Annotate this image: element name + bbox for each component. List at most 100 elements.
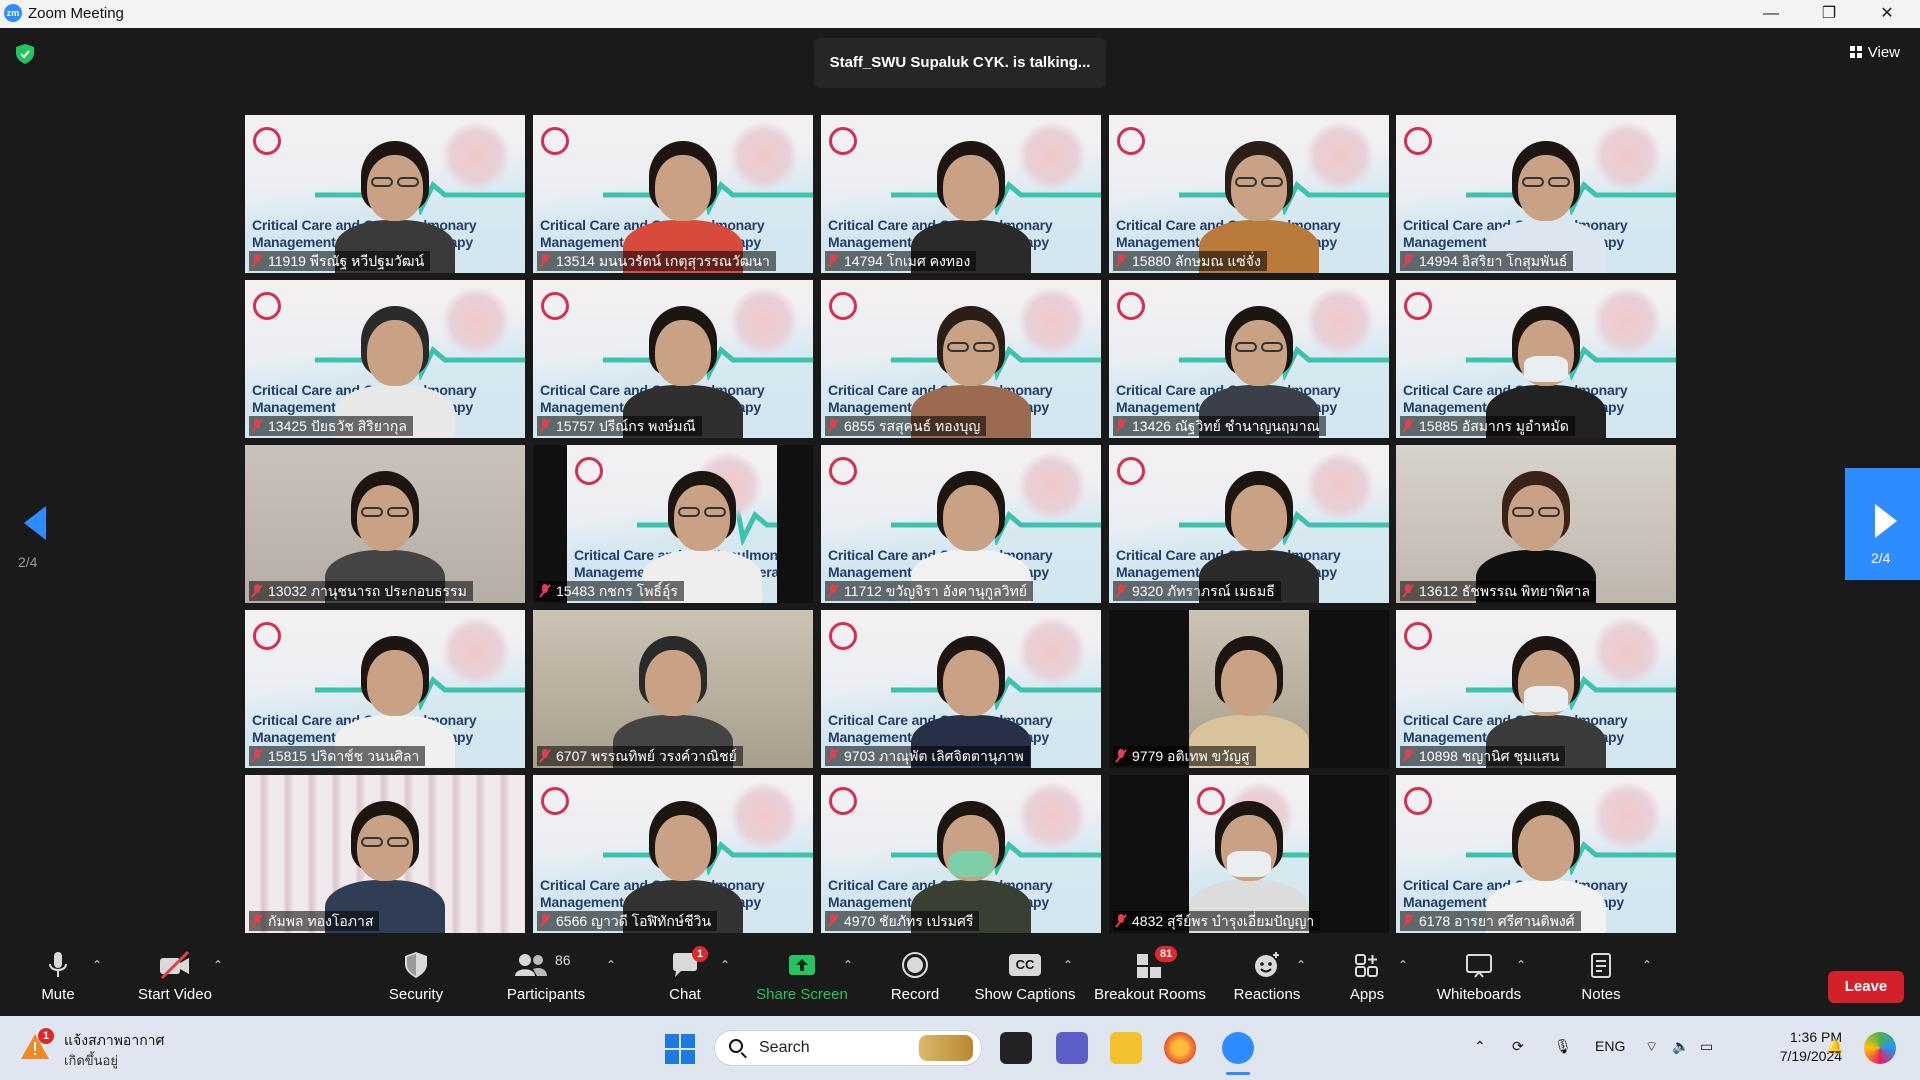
participant-name: 13514 มนนวรัตน์ เกตุสุวรรณวัฒนา [556,253,770,269]
notification-bell-icon[interactable]: 🔔 [1826,1038,1843,1055]
battery-icon[interactable]: ▭ [1700,1038,1713,1055]
participant-video-tile[interactable]: Critical Care and CardiopulmonaryManagem… [1109,445,1389,603]
zoom-taskbar-icon[interactable] [1222,1032,1254,1064]
portrait-video-frame [1189,610,1309,768]
muted-mic-icon [827,914,839,928]
participants-icon: 86 [511,950,581,980]
participant-video-figure [325,775,445,933]
participant-name: 13426 ณัฐวิทย์ ชำนาญนฤมาณ [1132,418,1320,434]
share-screen-icon [787,950,817,980]
chat-options-chevron-icon[interactable]: ⌃ [720,958,730,972]
encryption-shield-icon[interactable] [16,44,34,64]
participant-video-tile[interactable]: Critical Care and CardiopulmonaryManagem… [533,115,813,273]
participant-video-tile[interactable]: 9779 อติเทพ ขวัญสู [1109,610,1389,768]
participant-video-tile[interactable]: Critical Care and CardiopulmonaryManagem… [821,775,1101,933]
participant-video-tile[interactable]: Critical Care and CardiopulmonaryManagem… [245,280,525,438]
page-indicator-right: 2/4 [1871,550,1891,566]
wifi-icon[interactable]: ⌔ [1645,1038,1658,1056]
participant-video-tile[interactable]: 6707 พรรณทิพย์ วรงค์วาณิชย์ [533,610,813,768]
audio-options-chevron-icon[interactable]: ⌃ [92,958,102,972]
participants-button[interactable]: 86 Participants [498,950,594,1003]
participant-video-tile[interactable]: Critical Care and CardiopulmonaryManagem… [245,610,525,768]
leave-button[interactable]: Leave [1828,971,1904,1003]
apps-options-chevron-icon[interactable]: ⌃ [1398,958,1408,972]
muted-mic-icon [251,749,263,763]
notes-options-chevron-icon[interactable]: ⌃ [1642,958,1652,972]
participant-name-label: 15757 ปรีณ์กร พงษ์มณี [537,416,702,436]
previous-page-button[interactable]: 2/4 [18,506,54,570]
muted-mic-icon [1115,749,1127,763]
reactions-button[interactable]: Reactions [1232,950,1302,1003]
language-indicator[interactable]: ENG [1595,1038,1625,1054]
microphone-tray-icon[interactable]: 🎙 [1554,1038,1572,1055]
chat-label: Chat [669,986,701,1003]
participant-video-tile[interactable]: Critical Care and CardiopulmonaryManagem… [1109,115,1389,273]
participants-count: 86 [555,952,571,968]
participant-name-label: 13514 มนนวรัตน์ เกตุสุวรรณวัฒนา [537,251,776,271]
reactions-options-chevron-icon[interactable]: ⌃ [1296,958,1306,972]
muted-mic-icon [1115,584,1127,598]
restore-button[interactable]: ❐ [1806,0,1852,28]
view-button[interactable]: View [1849,44,1900,61]
copilot-icon[interactable] [1864,1032,1896,1064]
teams-icon[interactable] [1056,1032,1088,1064]
start-video-button[interactable]: Start Video [130,950,220,1003]
participant-name: 10898 ชญานิศ ชุมแสน [1419,748,1560,764]
participant-video-tile[interactable]: Critical Care and CardiopulmonaryManagem… [533,280,813,438]
apps-button[interactable]: Apps [1348,950,1386,1003]
security-button[interactable]: Security [386,950,446,1003]
record-button[interactable]: Record [888,950,942,1003]
firefox-icon[interactable] [1164,1032,1196,1064]
notes-label: Notes [1581,986,1621,1003]
whiteboards-button[interactable]: Whiteboards [1434,950,1524,1003]
participant-video-tile[interactable]: กัมพล ทองโอภาส [245,775,525,933]
chat-button[interactable]: 1 Chat [660,946,710,1003]
participant-video-tile[interactable]: Critical Care and CardiopulmonaryManagem… [1396,115,1676,273]
whiteboard-icon [1464,950,1494,980]
participant-video-tile[interactable]: Critical Care and CardiopulmonaryManagem… [821,445,1101,603]
next-page-button[interactable]: 2/4 [1845,468,1920,580]
search-icon [729,1039,743,1053]
participant-video-tile[interactable]: Critical Care and CardiopulmonaryManagem… [1396,610,1676,768]
talking-banner: Staff_SWU Supaluk CYK. is talking... [814,38,1106,88]
taskbar-search-box[interactable]: Search [714,1030,982,1066]
participant-video-figure [623,775,743,933]
participant-video-tile[interactable]: Critical Care and CardiopulmonaryManagem… [1396,775,1676,933]
volume-icon[interactable]: 🔈 [1672,1038,1689,1055]
window-title: Zoom Meeting [28,5,124,22]
task-view-icon[interactable] [1000,1032,1032,1064]
breakout-rooms-button[interactable]: 81 Breakout Rooms [1092,946,1208,1003]
show-hidden-icons-chevron-icon[interactable]: ⌃ [1474,1038,1486,1055]
share-screen-button[interactable]: Share Screen [754,950,850,1003]
minimize-button[interactable]: — [1748,0,1794,28]
muted-mic-icon [539,749,551,763]
participant-video-tile[interactable]: Critical Care and CardiopulmonaryManagem… [1109,280,1389,438]
sync-icon[interactable]: ⟳ [1512,1038,1524,1055]
muted-mic-icon [827,254,839,268]
participant-video-tile[interactable]: 13032 ภานุชนารถ ประกอบธรรม [245,445,525,603]
participants-options-chevron-icon[interactable]: ⌃ [606,958,616,972]
participant-name-label: 15880 ลักษมณ แซ่จั่ง [1113,251,1267,271]
file-explorer-icon[interactable] [1110,1032,1142,1064]
participant-video-tile[interactable]: 4832 สุรีย์พร บำรุงเอี่ยมปัญญา [1109,775,1389,933]
participant-video-tile[interactable]: Critical Care and CardiopulmonaryManagem… [1396,280,1676,438]
participant-video-tile[interactable]: Critical Care and CardiopulmonaryManagem… [821,610,1101,768]
participant-video-tile[interactable]: Critical Care and CardiopulmonaryManagem… [821,280,1101,438]
mute-button[interactable]: Mute [34,950,82,1003]
participant-name: 9320 ภัทราภรณ์ เมธมธี [1132,583,1275,599]
muted-mic-icon [539,254,551,268]
participant-video-tile[interactable]: Critical Care and CardiopulmonaryManagem… [533,775,813,933]
participant-video-figure [613,610,733,768]
windows-start-icon[interactable] [665,1034,695,1064]
participant-video-tile[interactable]: Critical Care and CardiopulmonaryManagem… [533,445,813,603]
share-options-chevron-icon[interactable]: ⌃ [843,958,853,972]
video-options-chevron-icon[interactable]: ⌃ [213,958,223,972]
participant-name: 14794 โกเมศ คงทอง [844,253,971,269]
participant-video-tile[interactable]: 13612 ธัชพรรณ พิทยาพิศาล [1396,445,1676,603]
captions-options-chevron-icon[interactable]: ⌃ [1063,958,1073,972]
participant-video-tile[interactable]: Critical Care and CardiopulmonaryManagem… [245,115,525,273]
participant-video-tile[interactable]: Critical Care and CardiopulmonaryManagem… [821,115,1101,273]
close-button[interactable]: ✕ [1864,0,1910,28]
whiteboards-options-chevron-icon[interactable]: ⌃ [1516,958,1526,972]
notes-button[interactable]: Notes [1578,950,1624,1003]
